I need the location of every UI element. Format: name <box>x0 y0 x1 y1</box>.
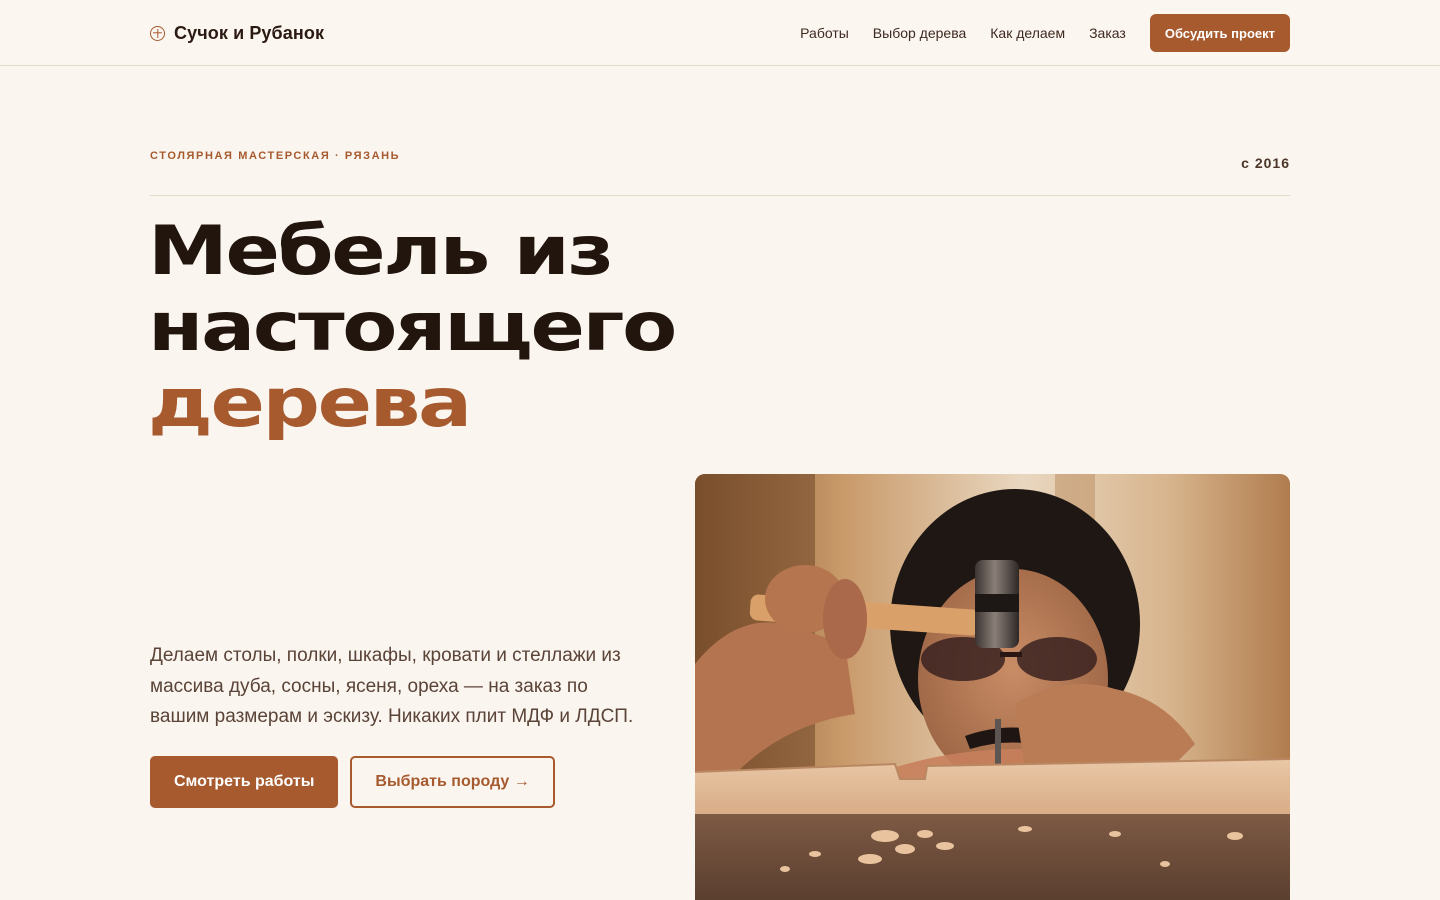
hero-lead: Делаем столы, полки, шкафы, кровати и ст… <box>150 645 634 727</box>
headline-accent: дерева <box>148 364 472 443</box>
divider <box>150 195 1290 196</box>
logo[interactable]: Сучок и Рубанок <box>150 19 324 47</box>
nav-item-works[interactable]: Работы <box>800 14 849 52</box>
since-year: с 2016 <box>1241 155 1290 171</box>
hero-headline: Мебель из настоящего дерева <box>148 212 677 443</box>
circle-plus-icon <box>150 25 165 41</box>
nav-item-order[interactable]: Заказ <box>1089 14 1126 52</box>
hero-eyebrow: Столярная мастерская · Рязань <box>150 150 401 162</box>
nav-item-wood-choice[interactable]: Выбор дерева <box>873 14 966 52</box>
headline-line-1: Мебель из <box>148 212 614 291</box>
site-header: Сучок и Рубанок Работы Выбор дерева Как … <box>0 0 1440 66</box>
nav-item-how-we-make[interactable]: Как делаем <box>990 14 1065 52</box>
hero-actions: Смотреть работы Выбрать породу → <box>150 756 555 808</box>
logo-text: Сучок и Рубанок <box>174 22 325 43</box>
view-works-button[interactable]: Смотреть работы <box>150 756 339 808</box>
discuss-project-button[interactable]: Обсудить проект <box>1149 14 1290 52</box>
carpenter-photo-illustration <box>695 474 1290 900</box>
choose-wood-button[interactable]: Выбрать породу → <box>350 756 555 808</box>
carpenter-photo <box>695 474 1290 900</box>
headline-line-2: настоящего <box>148 288 677 367</box>
main-nav: Работы Выбор дерева Как делаем Заказ Обс… <box>800 14 1290 52</box>
